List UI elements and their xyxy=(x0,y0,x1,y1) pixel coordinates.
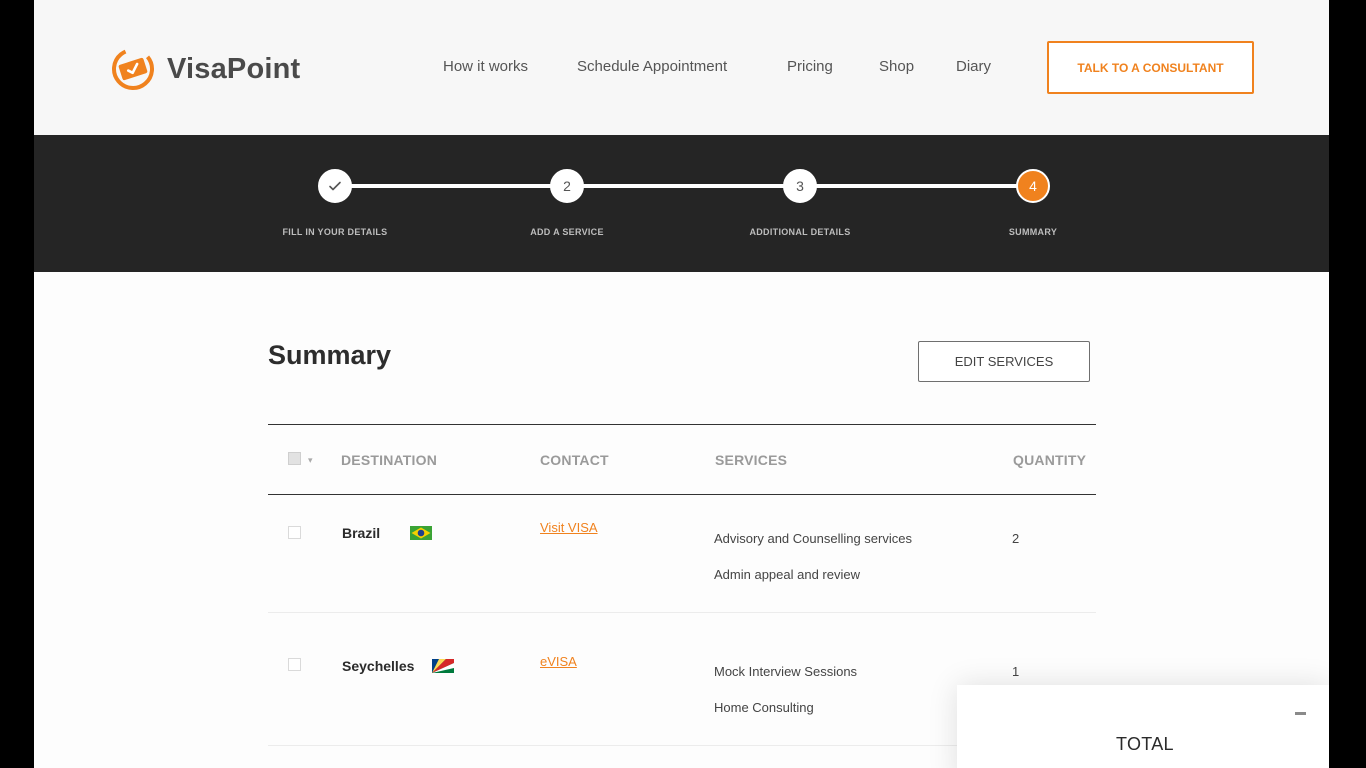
table-row: Brazil Visit VISA Advisory and Counselli… xyxy=(268,495,1096,613)
nav-how-it-works[interactable]: How it works xyxy=(443,58,528,75)
column-quantity: QUANTITY xyxy=(1013,452,1087,468)
nav-diary[interactable]: Diary xyxy=(956,58,991,75)
step-2-circle: 2 xyxy=(550,169,584,203)
page-title: Summary xyxy=(268,340,392,370)
edit-services-button[interactable]: EDIT SERVICES xyxy=(918,341,1090,382)
service-item: Admin appeal and review xyxy=(714,567,860,582)
column-destination: DESTINATION xyxy=(341,452,438,468)
nav-shop[interactable]: Shop xyxy=(879,58,914,75)
nav-pricing[interactable]: Pricing xyxy=(787,58,833,75)
service-item: Home Consulting xyxy=(714,700,814,715)
column-services: SERVICES xyxy=(715,452,788,468)
destination-name: Brazil xyxy=(342,525,381,541)
destination-name: Seychelles xyxy=(342,658,415,674)
step-2-label: ADD A SERVICE xyxy=(530,227,604,237)
contact-link[interactable]: eVISA xyxy=(540,654,577,669)
step-3-label: ADDITIONAL DETAILS xyxy=(749,227,851,237)
step-1-circle xyxy=(318,169,352,203)
row-checkbox[interactable] xyxy=(288,658,301,671)
nav-schedule-appointment[interactable]: Schedule Appointment xyxy=(577,58,727,75)
row-checkbox[interactable] xyxy=(288,526,301,539)
talk-to-consultant-button[interactable]: TALK TO A CONSULTANT xyxy=(1047,41,1254,94)
stepper-track xyxy=(335,184,1034,188)
page: VisaPoint How it works Schedule Appointm… xyxy=(34,0,1329,768)
total-label: TOTAL xyxy=(1116,734,1174,754)
step-4-circle: 4 xyxy=(1016,169,1050,203)
step-3-circle: 3 xyxy=(783,169,817,203)
step-1-label: FILL IN YOUR DETAILS xyxy=(282,227,388,237)
progress-stepper: 2 3 4 FILL IN YOUR DETAILS ADD A SERVICE… xyxy=(34,135,1329,272)
quantity-value: 1 xyxy=(1012,664,1020,679)
service-item: Mock Interview Sessions xyxy=(714,664,858,679)
site-header: VisaPoint How it works Schedule Appointm… xyxy=(34,0,1329,135)
seychelles-flag-icon xyxy=(432,659,454,673)
column-contact: CONTACT xyxy=(540,452,609,468)
select-all-checkbox[interactable] xyxy=(288,452,301,465)
step-4-label: SUMMARY xyxy=(1008,227,1058,237)
quantity-value: 2 xyxy=(1012,531,1020,546)
table-header: ▾ DESTINATION CONTACT SERVICES QUANTITY xyxy=(268,424,1096,495)
total-panel: TOTAL xyxy=(957,685,1329,768)
contact-link[interactable]: Visit VISA xyxy=(540,520,598,535)
service-item: Advisory and Counselling services xyxy=(714,531,912,546)
check-icon xyxy=(329,181,341,191)
select-caret-icon[interactable]: ▾ xyxy=(308,455,313,466)
brazil-flag-icon xyxy=(410,526,432,540)
collapse-minus-icon[interactable] xyxy=(1295,712,1306,715)
